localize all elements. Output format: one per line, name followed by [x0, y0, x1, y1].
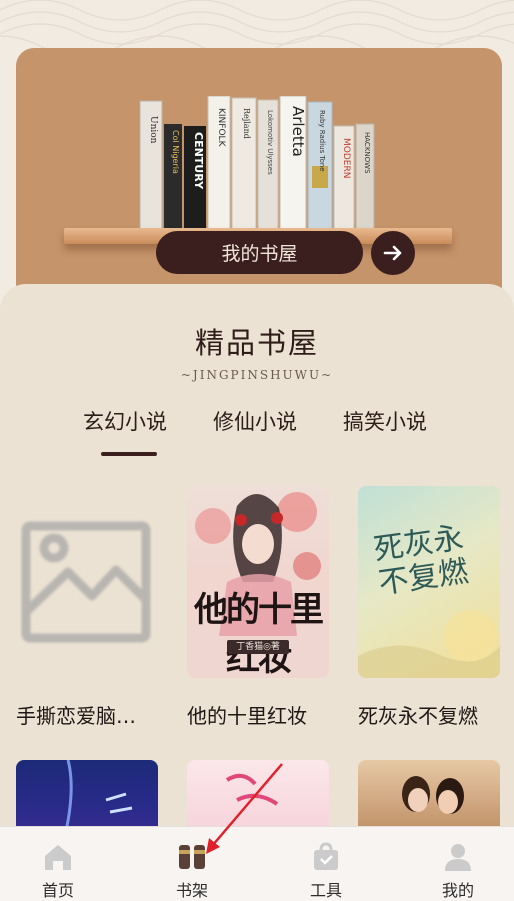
- book-cover: 他的十里红妆 丁香猫◎著: [187, 486, 329, 678]
- book-card[interactable]: 他的十里红妆 丁香猫◎著: [187, 486, 329, 678]
- book-title[interactable]: 死灰永不复燃: [358, 700, 514, 729]
- spine-arletta: Arletta: [289, 106, 307, 157]
- spine-century: CENTURY: [192, 132, 205, 190]
- nav-home[interactable]: 首页: [18, 827, 98, 901]
- nav-home-label: 首页: [41, 881, 74, 900]
- tab-xuanhuan[interactable]: 玄幻小说: [83, 406, 167, 436]
- tab-gaoxiao[interactable]: 搞笑小说: [343, 406, 427, 436]
- arrow-right-icon: [383, 245, 402, 261]
- spine-ruby: Ruby Radius Tone: [318, 110, 326, 172]
- nav-mine[interactable]: 我的: [418, 827, 498, 901]
- my-bookhouse-button[interactable]: 我的书屋: [156, 231, 363, 274]
- nav-mine-label: 我的: [441, 881, 474, 900]
- active-tab-indicator: [101, 452, 157, 456]
- cover-title-text: 他的十里红妆: [194, 590, 324, 678]
- book-card[interactable]: [16, 486, 158, 678]
- book-cover: 死灰永不复燃: [358, 486, 500, 678]
- spine-rejland: Rejland: [242, 108, 251, 139]
- spine-lokomotiv: Lokomotiv Ulysses: [266, 110, 274, 175]
- tab-xiuxian[interactable]: 修仙小说: [213, 406, 297, 436]
- bookshelf-icon: [179, 845, 205, 869]
- section-subtitle: ~JINGPINSHUWU~: [180, 368, 334, 382]
- spine-kinfolk: KINFOLK: [216, 108, 226, 148]
- nav-bookshelf-label: 书架: [175, 881, 208, 900]
- book-title[interactable]: 他的十里红妆: [187, 700, 343, 729]
- spine-colnigeria: Col Nigeria: [171, 130, 180, 174]
- bookshelf-illustration: Union Col Nigeria CENTURY KINFOLK Rejlan…: [139, 96, 375, 236]
- nav-tools[interactable]: 工具: [286, 827, 366, 901]
- nav-bookshelf[interactable]: 书架: [152, 827, 232, 901]
- spine-union: Union: [148, 116, 158, 144]
- section-title: 精品书屋: [194, 326, 319, 360]
- book-cover: [16, 486, 158, 678]
- bottom-nav: 首页 书架 工具 我的: [0, 826, 514, 901]
- spine-hacknows: HACKNOWS: [363, 132, 371, 174]
- user-icon: [445, 844, 471, 871]
- nav-tools-label: 工具: [309, 881, 342, 900]
- placeholder-image-icon: [21, 521, 151, 643]
- book-title[interactable]: 手撕恋爱脑…: [16, 700, 172, 729]
- toolbag-icon: [314, 842, 338, 870]
- cover-author-tag: 丁香猫◎著: [227, 640, 289, 654]
- book-card[interactable]: 死灰永不复燃: [358, 486, 500, 678]
- arrow-right-button[interactable]: [371, 231, 415, 275]
- category-tabs: 玄幻小说 修仙小说 搞笑小说: [0, 406, 514, 466]
- home-icon: [45, 845, 71, 870]
- spine-modern: MODERN: [341, 138, 351, 178]
